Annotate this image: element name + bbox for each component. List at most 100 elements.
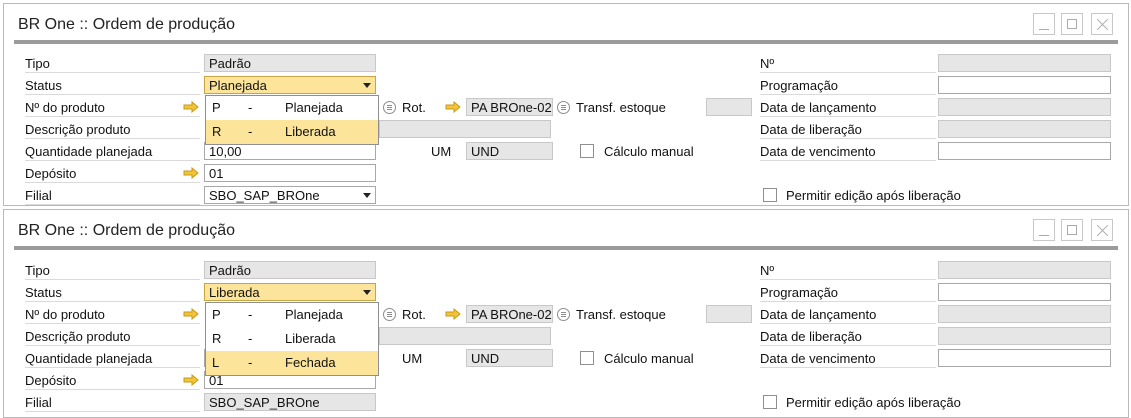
label-num-produto: Nº do produto <box>25 98 200 117</box>
status-combo[interactable]: Planejada <box>204 76 376 94</box>
status-combo[interactable]: Liberada <box>204 283 376 301</box>
calculo-manual-checkbox[interactable] <box>580 351 594 365</box>
list-icon[interactable] <box>383 101 396 114</box>
numero-field <box>938 54 1111 72</box>
label-status: Status <box>25 283 200 302</box>
data-liberacao-field <box>938 120 1111 138</box>
link-arrow-icon[interactable] <box>445 308 461 320</box>
calculo-manual-checkbox[interactable] <box>580 144 594 158</box>
status-option-fechada[interactable]: L - Fechada <box>206 351 378 375</box>
link-arrow-icon[interactable] <box>183 374 199 386</box>
label-deposito: Depósito <box>25 164 200 183</box>
deposito-field[interactable]: 01 <box>204 164 376 182</box>
label-permitir: Permitir edição após liberação <box>786 395 961 410</box>
rot-field: PA BROne-02 <box>466 98 553 116</box>
label-programacao: Programação <box>760 76 936 95</box>
label-rot: Rot. <box>402 100 426 115</box>
rot-field: PA BROne-02 <box>466 305 553 323</box>
um-field: UND <box>466 349 553 367</box>
permitir-edicao-checkbox[interactable] <box>763 188 777 202</box>
status-option-planejada[interactable]: P - Planejada <box>206 96 378 120</box>
numero-field <box>938 261 1111 279</box>
label-data-vencimento: Data de vencimento <box>760 349 936 368</box>
status-value: Liberada <box>209 285 260 300</box>
permitir-edicao-checkbox[interactable] <box>763 395 777 409</box>
title-separator <box>14 40 1118 44</box>
status-dropdown-list: P - Planejada R - Liberada L - Fechada <box>205 302 379 376</box>
data-lancamento-field <box>938 98 1111 116</box>
chevron-down-icon <box>363 290 371 295</box>
transf-field <box>706 98 752 116</box>
programacao-field[interactable] <box>938 76 1111 94</box>
minimize-button[interactable] <box>1033 13 1055 35</box>
label-numero: Nº <box>760 261 936 280</box>
descricao-field <box>379 327 551 345</box>
label-quantidade: Quantidade planejada <box>25 142 200 161</box>
production-order-window-1: BR One :: Ordem de produção Tipo Status … <box>3 3 1129 206</box>
data-liberacao-field <box>938 327 1111 345</box>
label-calculo: Cálculo manual <box>604 351 694 366</box>
label-descricao: Descrição produto <box>25 327 200 346</box>
label-data-lancamento: Data de lançamento <box>760 98 936 117</box>
label-um: UM <box>402 351 423 366</box>
label-num-produto: Nº do produto <box>25 305 200 324</box>
label-transf: Transf. estoque <box>576 307 666 322</box>
label-tipo: Tipo <box>25 54 200 73</box>
label-rot: Rot. <box>402 307 426 322</box>
maximize-button[interactable] <box>1061 13 1083 35</box>
label-um: UM <box>431 144 452 159</box>
link-arrow-icon[interactable] <box>183 101 199 113</box>
label-calculo: Cálculo manual <box>604 144 694 159</box>
label-programacao: Programação <box>760 283 936 302</box>
chevron-down-icon <box>363 193 371 198</box>
label-data-vencimento: Data de vencimento <box>760 142 936 161</box>
window-title: BR One :: Ordem de produção <box>18 222 235 239</box>
tipo-field: Padrão <box>204 261 376 279</box>
filial-combo[interactable]: SBO_SAP_BROne <box>204 186 376 204</box>
chevron-down-icon <box>363 83 371 88</box>
label-filial: Filial <box>25 393 200 412</box>
status-dropdown-list: P - Planejada R - Liberada <box>205 95 379 145</box>
label-data-liberacao: Data de liberação <box>760 120 936 139</box>
status-value: Planejada <box>209 78 267 93</box>
label-deposito: Depósito <box>25 371 200 390</box>
label-filial: Filial <box>25 186 200 205</box>
um-field: UND <box>466 142 553 160</box>
label-status: Status <box>25 76 200 95</box>
title-bar: BR One :: Ordem de produção <box>4 4 1128 40</box>
status-option-planejada[interactable]: P - Planejada <box>206 303 378 327</box>
data-vencimento-field[interactable] <box>938 142 1111 160</box>
transf-field <box>706 305 752 323</box>
close-button[interactable] <box>1091 13 1113 35</box>
production-order-window-2: BR One :: Ordem de produção Tipo Status … <box>3 209 1129 418</box>
descricao-field <box>379 120 551 138</box>
filial-field: SBO_SAP_BROne <box>204 393 376 411</box>
label-transf: Transf. estoque <box>576 100 666 115</box>
filial-value: SBO_SAP_BROne <box>209 188 320 203</box>
window-title: BR One :: Ordem de produção <box>18 16 235 33</box>
data-vencimento-field[interactable] <box>938 349 1111 367</box>
title-separator <box>14 246 1118 250</box>
list-icon[interactable] <box>557 308 570 321</box>
maximize-button[interactable] <box>1061 219 1083 241</box>
status-option-liberada[interactable]: R - Liberada <box>206 120 378 144</box>
programacao-field[interactable] <box>938 283 1111 301</box>
list-icon[interactable] <box>383 308 396 321</box>
label-descricao: Descrição produto <box>25 120 200 139</box>
close-button[interactable] <box>1091 219 1113 241</box>
data-lancamento-field <box>938 305 1111 323</box>
link-arrow-icon[interactable] <box>445 101 461 113</box>
label-data-liberacao: Data de liberação <box>760 327 936 346</box>
label-permitir: Permitir edição após liberação <box>786 188 961 203</box>
label-quantidade: Quantidade planejada <box>25 349 200 368</box>
list-icon[interactable] <box>557 101 570 114</box>
label-numero: Nº <box>760 54 936 73</box>
tipo-field: Padrão <box>204 54 376 72</box>
link-arrow-icon[interactable] <box>183 167 199 179</box>
minimize-button[interactable] <box>1033 219 1055 241</box>
label-tipo: Tipo <box>25 261 200 280</box>
link-arrow-icon[interactable] <box>183 308 199 320</box>
status-option-liberada[interactable]: R - Liberada <box>206 327 378 351</box>
title-bar: BR One :: Ordem de produção <box>4 210 1128 246</box>
label-data-lancamento: Data de lançamento <box>760 305 936 324</box>
